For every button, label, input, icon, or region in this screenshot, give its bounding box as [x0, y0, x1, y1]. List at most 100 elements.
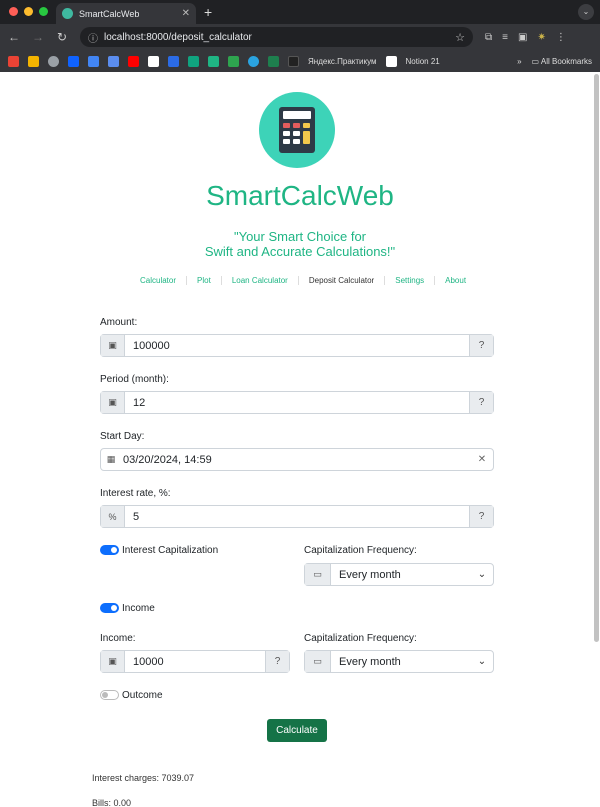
- translate-bookmark-icon[interactable]: [108, 55, 119, 67]
- income-input[interactable]: 10000: [125, 651, 265, 672]
- calculator-logo-icon: [259, 92, 335, 168]
- maximize-window-button[interactable]: [39, 7, 48, 16]
- calculate-button[interactable]: Calculate: [267, 719, 327, 742]
- globe-bookmark-icon[interactable]: [48, 55, 59, 67]
- close-window-button[interactable]: [9, 7, 18, 16]
- window-controls: [9, 7, 48, 16]
- browser-toolbar: ← → ↻ ⓘ localhost:8000/deposit_calculato…: [0, 24, 600, 50]
- outcome-switch[interactable]: [100, 690, 119, 700]
- interest-rate-help-icon[interactable]: ?: [469, 506, 493, 527]
- calendar-bookmark-icon[interactable]: [88, 55, 99, 67]
- app-brand-title: SmartCalcWeb: [206, 180, 394, 211]
- income-frequency-value: Every month: [339, 655, 401, 668]
- folder-icon: ▭: [531, 56, 541, 66]
- interest-rate-label: Interest rate, %:: [100, 488, 171, 499]
- period-help-icon[interactable]: ?: [469, 392, 493, 413]
- favicon-icon: [62, 8, 73, 19]
- amount-input[interactable]: 100000: [125, 335, 469, 356]
- close-tab-icon[interactable]: ✕: [182, 8, 190, 19]
- main-nav: Calculator Plot Loan Calculator Deposit …: [130, 276, 476, 285]
- app-tagline: "Your Smart Choice for Swift and Accurat…: [0, 229, 600, 259]
- menu-icon[interactable]: ⋮: [556, 32, 566, 43]
- reading-list-icon[interactable]: ≡: [502, 32, 508, 43]
- interest-charges-result: Interest charges: 7039.07: [92, 773, 195, 783]
- nav-deposit-calculator[interactable]: Deposit Calculator: [297, 276, 384, 285]
- tab-strip: SmartCalcWeb ✕ + ⌄: [0, 0, 600, 24]
- interest-capitalization-label: Interest Capitalization: [122, 545, 219, 556]
- microsoft-bookmark-icon[interactable]: [28, 55, 39, 67]
- cap-frequency-select[interactable]: ▭ Every month ⌄: [304, 563, 494, 586]
- reload-icon[interactable]: ↻: [56, 30, 68, 44]
- scrollbar-thumb[interactable]: [594, 74, 599, 642]
- income-help-icon[interactable]: ?: [265, 651, 289, 672]
- chatgpt-bookmark-icon[interactable]: [188, 55, 199, 67]
- cash-icon: ▣: [101, 651, 125, 672]
- folder-icon: ▭: [305, 651, 331, 672]
- tab-search-icon[interactable]: ⌄: [578, 4, 594, 20]
- amount-help-icon[interactable]: ?: [469, 335, 493, 356]
- site-info-icon[interactable]: ⓘ: [88, 30, 98, 45]
- interest-rate-input-group: % 5 ?: [100, 505, 494, 528]
- clear-date-icon[interactable]: ✕: [471, 449, 493, 470]
- bookmark-yandex-practicum[interactable]: Яндекс.Практикум: [308, 57, 377, 66]
- more-bookmarks-button[interactable]: »: [517, 57, 521, 66]
- cap-frequency-label: Capitalization Frequency:: [304, 545, 417, 556]
- new-tab-button[interactable]: +: [204, 4, 212, 20]
- nav-about[interactable]: About: [434, 276, 476, 285]
- school-bookmark-icon[interactable]: [268, 55, 279, 67]
- amount-label: Amount:: [100, 317, 138, 328]
- forward-icon[interactable]: →: [32, 30, 44, 44]
- nav-loan-calculator[interactable]: Loan Calculator: [220, 276, 298, 285]
- bookmark-notion[interactable]: Notion 21: [406, 57, 440, 66]
- bookmarks-bar: Яндекс.Практикум Notion 21 » ▭ All Bookm…: [0, 50, 600, 72]
- period-label: Period (month):: [100, 374, 169, 385]
- browser-chrome: SmartCalcWeb ✕ + ⌄ ← → ↻ ⓘ localhost:800…: [0, 0, 600, 72]
- profile-icon[interactable]: ✷: [537, 32, 545, 43]
- all-bookmarks-label: All Bookmarks: [540, 56, 592, 66]
- start-day-label: Start Day:: [100, 431, 145, 442]
- s21-bookmark-icon[interactable]: [208, 55, 219, 67]
- period-input[interactable]: 12: [125, 392, 469, 413]
- all-bookmarks-button[interactable]: ▭ All Bookmarks: [532, 57, 592, 66]
- nav-calculator[interactable]: Calculator: [130, 276, 186, 285]
- url-text: localhost:8000/deposit_calculator: [104, 31, 252, 43]
- onedrive-bookmark-icon[interactable]: [68, 55, 79, 67]
- start-day-input[interactable]: 03/20/2024, 14:59: [121, 449, 471, 470]
- income-label: Income:: [100, 633, 136, 644]
- bookmark-star-icon[interactable]: ☆: [455, 31, 465, 44]
- amount-input-group: ▣ 100000 ?: [100, 334, 494, 357]
- yandex-practicum-icon: [288, 55, 299, 67]
- side-panel-icon[interactable]: ▣: [518, 32, 527, 43]
- s21-alt-bookmark-icon[interactable]: [228, 55, 239, 67]
- telegram-bookmark-icon[interactable]: [248, 55, 259, 67]
- bills-result: Bills: 0.00: [92, 798, 132, 807]
- extensions-icon[interactable]: ⧉: [485, 32, 492, 43]
- k-bookmark-icon[interactable]: [168, 55, 179, 67]
- back-icon[interactable]: ←: [8, 30, 20, 44]
- notion-icon: [385, 55, 397, 67]
- tagline-line-2: Swift and Accurate Calculations!": [204, 244, 396, 259]
- nav-plot[interactable]: Plot: [186, 276, 221, 285]
- app-bookmark-icon[interactable]: [148, 55, 159, 67]
- interest-capitalization-switch[interactable]: [100, 545, 119, 555]
- chevron-down-icon: ⌄: [477, 569, 487, 580]
- youtube-bookmark-icon[interactable]: [128, 55, 139, 67]
- income-switch[interactable]: [100, 603, 119, 613]
- period-input-group: ▣ 12 ?: [100, 391, 494, 414]
- cash-icon: ▣: [101, 335, 125, 356]
- income-frequency-label: Capitalization Frequency:: [304, 633, 417, 644]
- percent-icon: %: [101, 506, 125, 527]
- income-input-group: ▣ 10000 ?: [100, 650, 290, 673]
- outcome-toggle-label: Outcome: [122, 690, 163, 701]
- minimize-window-button[interactable]: [24, 7, 33, 16]
- nav-settings[interactable]: Settings: [384, 276, 434, 285]
- chevron-down-icon: ⌄: [477, 656, 487, 667]
- browser-tab[interactable]: SmartCalcWeb ✕: [56, 3, 196, 24]
- interest-rate-input[interactable]: 5: [125, 506, 469, 527]
- gmail-bookmark-icon[interactable]: [8, 55, 19, 67]
- page-content: SmartCalcWeb "Your Smart Choice for Swif…: [0, 72, 600, 807]
- address-bar[interactable]: ⓘ localhost:8000/deposit_calculator ☆: [80, 27, 473, 47]
- income-toggle-label: Income: [122, 603, 155, 614]
- calendar-icon[interactable]: ▦: [101, 449, 121, 470]
- income-frequency-select[interactable]: ▭ Every month ⌄: [304, 650, 494, 673]
